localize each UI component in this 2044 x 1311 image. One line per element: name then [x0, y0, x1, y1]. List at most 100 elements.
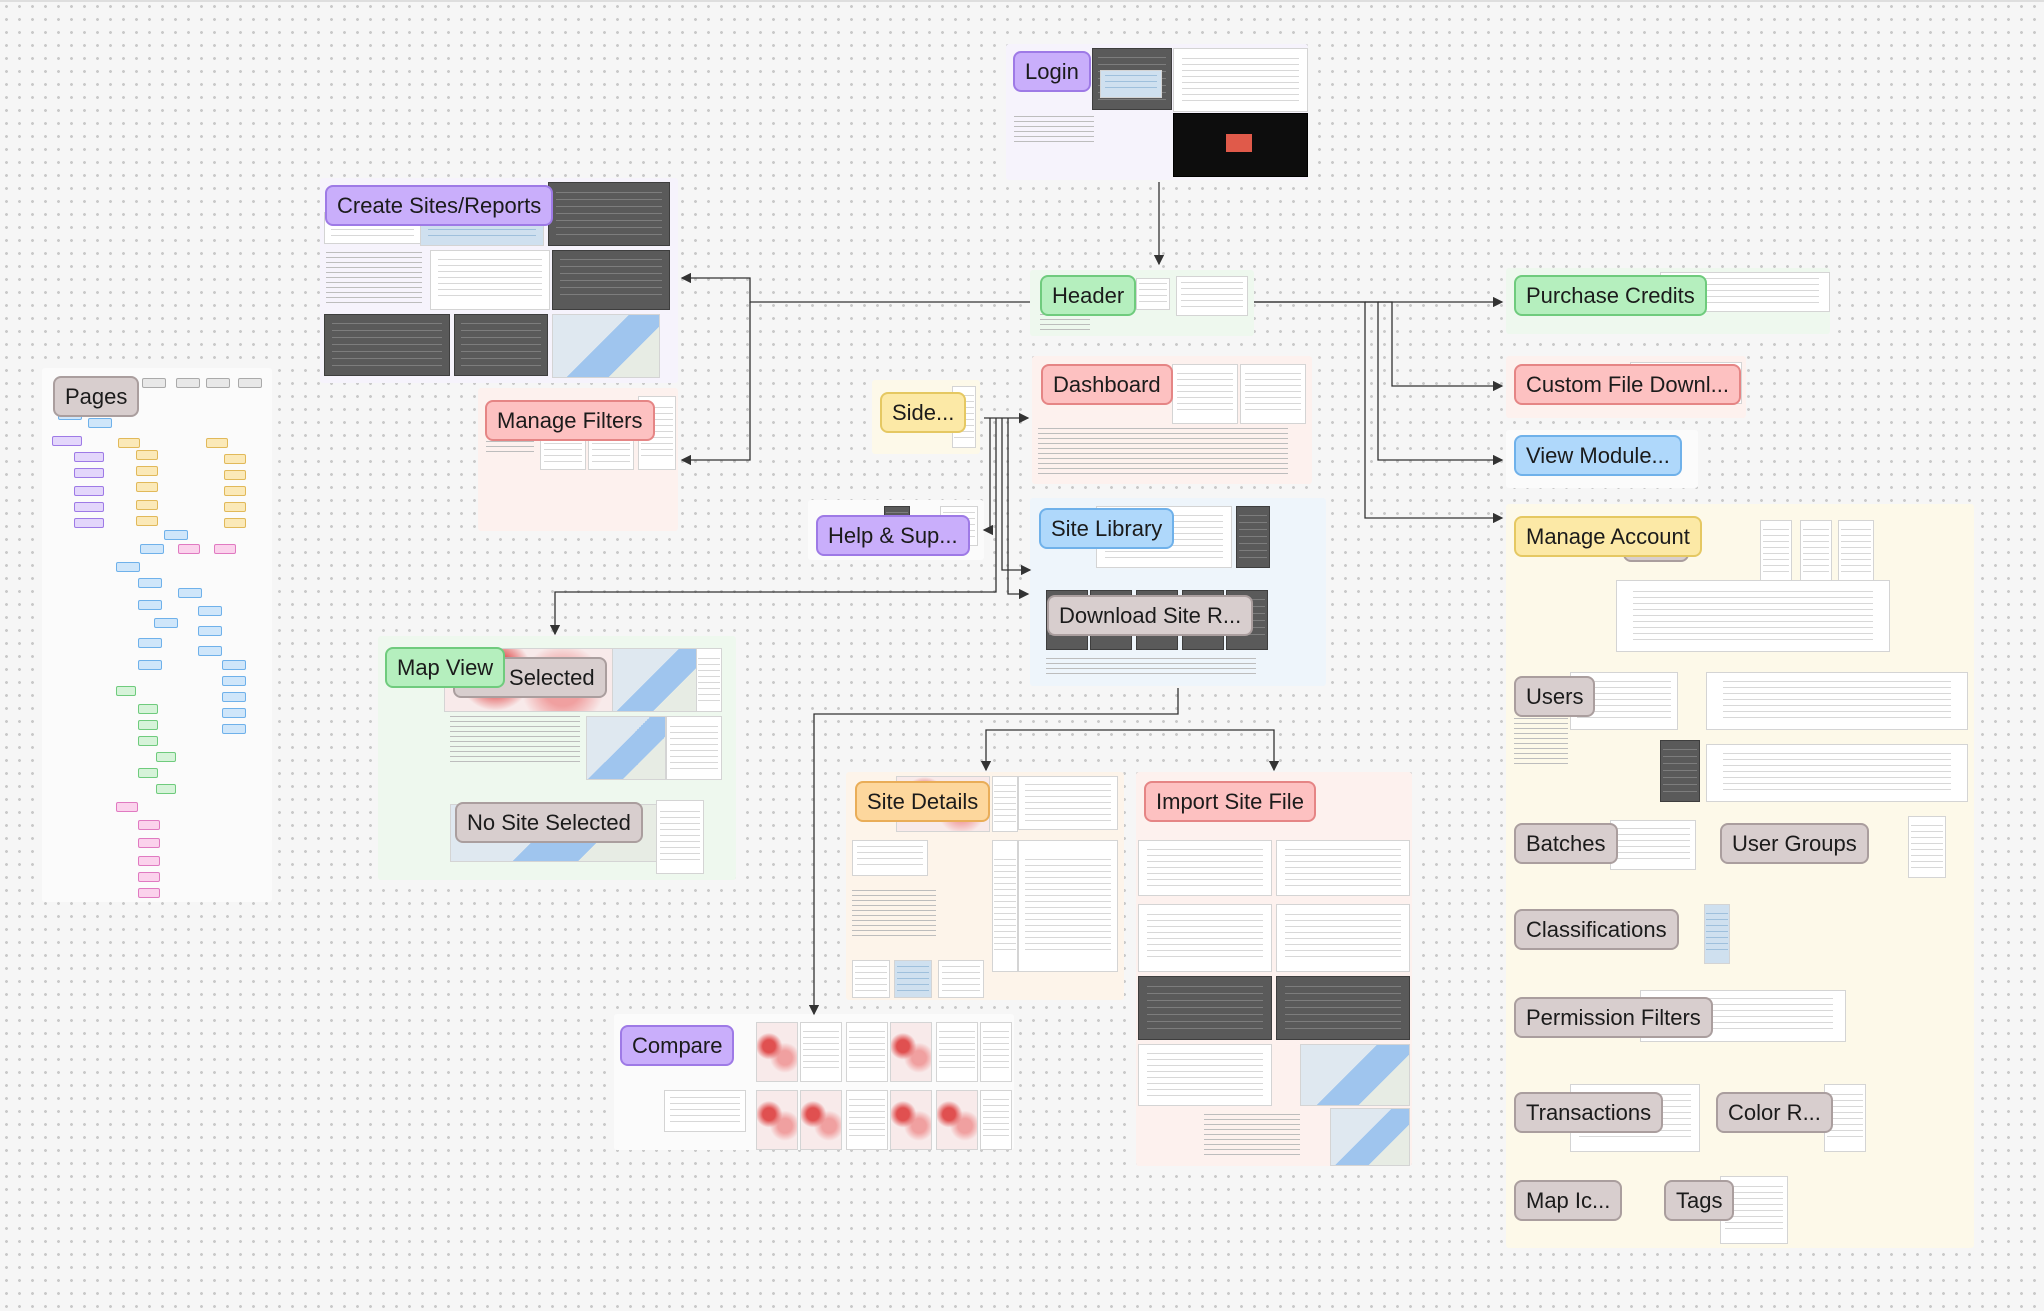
map-view-thumb-5 — [666, 716, 722, 780]
pages-node — [164, 530, 188, 540]
create-sites-reports-label[interactable]: Create Sites/Reports — [325, 185, 554, 226]
dashboard-thumb-2 — [1240, 364, 1306, 424]
import-site-file-label[interactable]: Import Site File — [1144, 781, 1316, 822]
view-module-label[interactable]: View Module... — [1514, 435, 1682, 476]
pages-node — [138, 820, 160, 830]
site-library-label[interactable]: Site Library — [1039, 508, 1175, 549]
pages-node — [116, 802, 138, 812]
pages-node — [206, 438, 228, 448]
map-view-label[interactable]: Map View — [385, 647, 506, 688]
users-thumb-4 — [1706, 744, 1968, 802]
pages-node — [74, 518, 104, 528]
site-details-thumb-9 — [938, 960, 984, 998]
pages-node — [206, 378, 230, 388]
map-view-thumb-4 — [586, 716, 666, 780]
transactions-label[interactable]: Transactions — [1514, 1092, 1664, 1133]
pages-node — [142, 378, 166, 388]
compare-label[interactable]: Compare — [620, 1025, 735, 1066]
login-notes — [1014, 116, 1094, 144]
pages-node — [138, 736, 158, 746]
pages-node — [222, 724, 246, 734]
help-support-label[interactable]: Help & Sup... — [816, 515, 970, 556]
site-details-thumb-7 — [852, 960, 890, 998]
site-details-thumb-8 — [894, 960, 932, 998]
side-label[interactable]: Side... — [880, 392, 967, 433]
pages-node — [224, 502, 246, 512]
pages-node — [222, 676, 246, 686]
user-groups-label[interactable]: User Groups — [1720, 823, 1869, 864]
create-sites-thumb-6 — [324, 314, 450, 376]
site-details-thumb-6 — [1018, 840, 1118, 972]
site-library-thumb-2 — [1236, 506, 1270, 568]
pages-node — [138, 578, 162, 588]
site-details-thumb-2 — [992, 776, 1018, 832]
pages-node — [140, 544, 164, 554]
header-thumb-2 — [1176, 276, 1248, 316]
pages-node — [198, 606, 222, 616]
import-map-thumb-1 — [1300, 1044, 1410, 1106]
dashboard-label[interactable]: Dashboard — [1041, 364, 1173, 405]
import-thumb-4 — [1276, 904, 1410, 972]
import-notes — [1204, 1114, 1300, 1158]
pages-node — [156, 752, 176, 762]
compare-thumb-2 — [800, 1022, 842, 1082]
permission-filters-label[interactable]: Permission Filters — [1514, 997, 1713, 1038]
classifications-thumb — [1704, 904, 1730, 964]
site-details-label[interactable]: Site Details — [855, 781, 991, 822]
pages-node — [138, 838, 160, 848]
manage-filters-thumb-2 — [588, 438, 634, 470]
download-site-reports-label[interactable]: Download Site R... — [1047, 595, 1254, 636]
manage-filters-label[interactable]: Manage Filters — [485, 400, 655, 441]
import-thumb-5 — [1138, 976, 1272, 1040]
pages-node — [136, 482, 158, 492]
create-sites-thumb-7 — [454, 314, 548, 376]
header-thumb-1 — [1136, 278, 1170, 310]
pages-node — [224, 454, 246, 464]
no-site-selected-label[interactable]: No Site Selected — [455, 802, 643, 843]
pages-node — [224, 470, 246, 480]
site-details-notes — [852, 890, 936, 940]
users-thumb-2 — [1706, 672, 1968, 730]
pages-node — [198, 626, 222, 636]
import-map-thumb-2 — [1330, 1108, 1410, 1166]
color-r-label[interactable]: Color R... — [1716, 1092, 1833, 1133]
login-label[interactable]: Login — [1013, 51, 1091, 92]
manage-filters-thumb-1 — [540, 438, 586, 470]
header-label[interactable]: Header — [1040, 275, 1137, 316]
manage-account-thumb-4 — [1616, 580, 1890, 652]
pages-node — [138, 888, 160, 898]
manage-account-thumb-2 — [1800, 520, 1832, 582]
pages-node — [88, 418, 112, 428]
pages-node — [224, 518, 246, 528]
map-icons-label[interactable]: Map Ic... — [1514, 1180, 1623, 1221]
dashboard-thumb-1 — [1172, 364, 1238, 424]
batches-label[interactable]: Batches — [1514, 823, 1618, 864]
manage-account-label[interactable]: Manage Account — [1514, 516, 1702, 557]
tags-label[interactable]: Tags — [1664, 1180, 1735, 1221]
purchase-credits-label[interactable]: Purchase Credits — [1514, 275, 1707, 316]
pages-node — [138, 660, 162, 670]
compare-thumb-10 — [846, 1090, 888, 1150]
login-page-thumb — [1173, 48, 1308, 112]
create-sites-notes — [326, 252, 422, 304]
pages-node — [156, 784, 176, 794]
batches-thumb — [1610, 820, 1696, 870]
header-notes — [1040, 314, 1090, 332]
create-sites-thumb-5 — [552, 250, 670, 310]
compare-thumb-13 — [980, 1090, 1012, 1150]
user-groups-thumb — [1908, 816, 1946, 878]
classifications-label[interactable]: Classifications — [1514, 909, 1679, 950]
canvas-top-edge — [0, 0, 2044, 2]
users-label[interactable]: Users — [1514, 676, 1596, 717]
custom-file-download-label[interactable]: Custom File Downl... — [1514, 364, 1741, 405]
pages-node — [224, 486, 246, 496]
import-thumb-2 — [1276, 840, 1410, 896]
import-thumb-7 — [1138, 1044, 1272, 1106]
pages-node — [136, 500, 158, 510]
pages-node — [238, 378, 262, 388]
pages-node — [138, 720, 158, 730]
pages-label[interactable]: Pages — [53, 376, 140, 417]
pages-node — [176, 378, 200, 388]
pages-node — [222, 708, 246, 718]
compare-thumb-8 — [756, 1090, 798, 1150]
